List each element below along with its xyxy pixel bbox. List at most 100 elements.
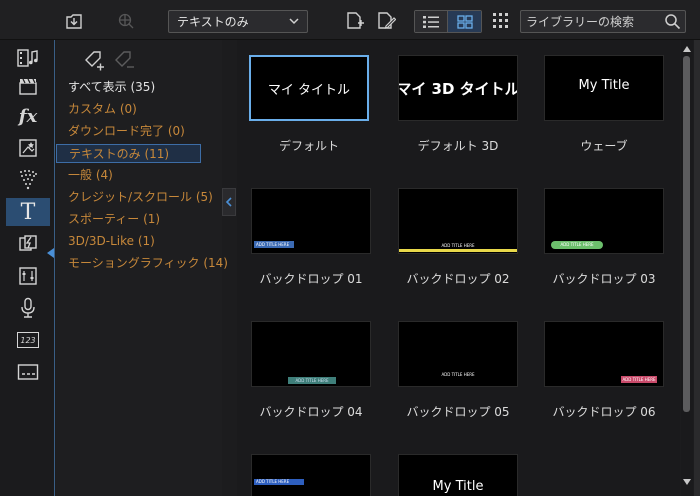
transition-room-icon: [19, 235, 37, 251]
thumbnail-text: ADD TITLE HERE: [288, 377, 336, 384]
list-view-icon: [423, 15, 439, 28]
title-label: バックドロップ 02: [406, 272, 510, 286]
title-thumbnail[interactable]: ADD TITLE HERE: [544, 188, 664, 254]
rail-item-pip[interactable]: [8, 134, 48, 162]
chapter-room-icon: 123: [20, 335, 36, 345]
thumbnail-text: ADD TITLE HERE: [621, 376, 657, 383]
chevron-down-icon: [289, 18, 299, 25]
fx-icon: [118, 13, 134, 29]
rail-item-particle[interactable]: [8, 166, 48, 194]
backdrop-bar: [399, 249, 517, 252]
title-label: バックドロップ 01: [259, 272, 363, 286]
fx-room-icon: fx: [18, 105, 38, 127]
category-filter-select[interactable]: テキストのみ: [168, 10, 308, 33]
add-tag-icon: [85, 51, 104, 71]
title-thumbnail[interactable]: My Title: [398, 454, 518, 496]
import-icon: [66, 14, 82, 29]
title-thumbnail[interactable]: マイ 3D タイトル: [398, 55, 518, 121]
title-thumbnail[interactable]: ADD TITLE HERE: [251, 321, 371, 387]
scroll-down-icon[interactable]: [683, 479, 691, 485]
grid-view-icon: [456, 14, 473, 29]
title-label: バックドロップ 04: [259, 405, 363, 419]
search-input[interactable]: [521, 11, 661, 32]
title-library-grid: マイ タイトル デフォルト マイ 3D タイトル デフォルト 3D My Tit…: [237, 40, 680, 496]
view-mode-toggle: [414, 10, 482, 33]
library-toolbar: テキストのみ: [0, 0, 700, 40]
room-rail: fx T 123: [0, 40, 55, 496]
edit-title-button[interactable]: [375, 10, 397, 32]
title-thumbnail[interactable]: ADD TITLE HERE: [398, 321, 518, 387]
title-thumbnail[interactable]: マイ タイトル: [249, 55, 369, 121]
thumbnail-text: マイ タイトル: [267, 82, 351, 98]
title-label: ウェーブ: [580, 139, 628, 153]
title-label: バックドロップ 05: [406, 405, 510, 419]
category-item[interactable]: クレジット/スクロール (5): [65, 188, 213, 207]
pip-room-icon: [19, 139, 37, 157]
thumbnail-text: ADD TITLE HERE: [254, 479, 304, 485]
rail-item-audio-mixing[interactable]: [8, 262, 48, 290]
category-item[interactable]: ダウンロード完了 (0): [65, 122, 185, 141]
category-item[interactable]: スポーティー (1): [65, 210, 160, 229]
fx-download-button[interactable]: [114, 10, 138, 32]
delete-category-button[interactable]: [112, 48, 136, 72]
filter-select-value: テキストのみ: [177, 15, 249, 29]
title-thumbnail[interactable]: My Title: [544, 55, 664, 121]
rail-item-transition[interactable]: [8, 230, 48, 258]
rail-item-clapper[interactable]: [8, 72, 48, 100]
search-icon[interactable]: [664, 13, 681, 30]
category-item[interactable]: 3D/3D-Like (1): [65, 232, 155, 251]
title-room-icon: T: [20, 199, 36, 225]
library-search-box: [520, 10, 686, 33]
title-thumbnail[interactable]: ADD TITLE HERE: [251, 188, 371, 254]
edit-title-icon: [378, 12, 396, 29]
add-category-button[interactable]: [82, 48, 106, 72]
clapper-icon: [19, 78, 37, 95]
title-thumbnail[interactable]: ADD TITLE HERE: [398, 188, 518, 254]
thumbnail-text: ADD TITLE HERE: [254, 241, 294, 248]
subtitle-room-icon: [17, 364, 39, 380]
title-label: デフォルト: [278, 139, 339, 153]
title-label: デフォルト 3D: [417, 139, 499, 153]
category-item[interactable]: すべて表示 (35): [65, 78, 155, 97]
active-room-indicator: [47, 248, 54, 258]
rail-item-voice[interactable]: [8, 294, 48, 322]
remove-tag-icon: [115, 51, 134, 68]
rail-item-chapter[interactable]: 123: [8, 326, 48, 354]
rail-item-media[interactable]: [8, 44, 48, 72]
category-item[interactable]: カスタム (0): [65, 100, 137, 119]
panel-splitter[interactable]: [694, 40, 700, 496]
thumbnail-text: My Title: [578, 78, 630, 93]
title-thumbnail[interactable]: ADD TITLE HERE: [544, 321, 664, 387]
thumbnail-text: ADD TITLE HERE: [441, 243, 475, 248]
thumbnail-text: ADD TITLE HERE: [441, 372, 475, 377]
grid-view-button[interactable]: [448, 11, 481, 32]
thumbnail-text: My Title: [432, 479, 484, 494]
chevron-left-icon: [225, 197, 232, 207]
rail-item-fx[interactable]: fx: [8, 102, 48, 130]
category-panel: すべて表示 (35) カスタム (0) ダウンロード完了 (0) テキストのみ …: [56, 40, 268, 496]
scroll-up-icon[interactable]: [683, 46, 691, 52]
category-item-selected[interactable]: テキストのみ (11): [56, 144, 201, 163]
chapter-room-frame: 123: [17, 332, 39, 348]
particle-room-icon: [20, 170, 37, 190]
import-button[interactable]: [62, 10, 86, 32]
thumbnail-text: ADD TITLE HERE: [551, 241, 603, 249]
sort-button[interactable]: [490, 10, 512, 32]
sort-icon: [493, 13, 508, 28]
media-room-icon: [17, 49, 38, 67]
audio-mixing-icon: [19, 267, 37, 285]
scrollbar-thumb[interactable]: [683, 56, 690, 412]
thumbnail-text: マイ 3D タイトル: [398, 79, 518, 98]
list-view-button[interactable]: [415, 11, 448, 32]
collapse-panel-button[interactable]: [222, 188, 236, 216]
title-thumbnail[interactable]: ADD TITLE HERE: [251, 454, 371, 496]
library-scrollbar[interactable]: [681, 40, 693, 496]
title-label: バックドロップ 06: [552, 405, 656, 419]
rail-item-subtitle[interactable]: [8, 358, 48, 386]
new-title-button[interactable]: [344, 10, 366, 32]
rail-item-title[interactable]: T: [6, 198, 50, 226]
microphone-icon: [21, 297, 35, 318]
new-title-icon: [347, 12, 364, 29]
category-item[interactable]: 一般 (4): [65, 166, 113, 185]
category-item[interactable]: モーショングラフィック (14): [65, 254, 228, 273]
